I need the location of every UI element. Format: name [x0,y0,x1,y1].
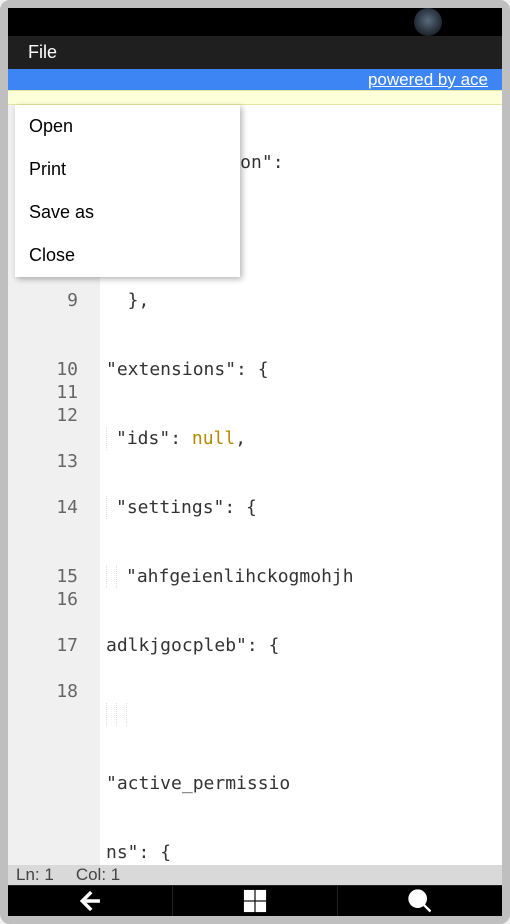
file-dropdown: Open Print Save as Close [15,105,240,277]
file-menu-trigger[interactable]: File [18,36,67,69]
back-arrow-icon [76,887,104,915]
menu-item-close[interactable]: Close [15,234,240,277]
back-button[interactable] [8,886,173,916]
menu-bar: File [8,36,502,69]
menu-item-print[interactable]: Print [15,148,240,191]
windows-icon [241,887,269,915]
column-indicator: Col: 1 [76,865,120,885]
phone-status-bar [8,8,502,36]
line-indicator: Ln: 1 [16,865,54,885]
search-icon [406,887,434,915]
editor-header: powered by ace [8,69,502,90]
home-button[interactable] [173,886,338,916]
phone-nav-bar [8,885,502,916]
avatar [414,8,442,36]
powered-by-link[interactable]: powered by ace [368,70,488,90]
editor-status-bar: Ln: 1 Col: 1 [8,865,502,885]
device-frame: File powered by ace 5 6 7 8 9 10 11 12 1… [0,0,510,924]
menu-item-save-as[interactable]: Save as [15,191,240,234]
menu-item-open[interactable]: Open [15,105,240,148]
editor-toolbar [8,90,502,104]
search-button[interactable] [338,886,502,916]
